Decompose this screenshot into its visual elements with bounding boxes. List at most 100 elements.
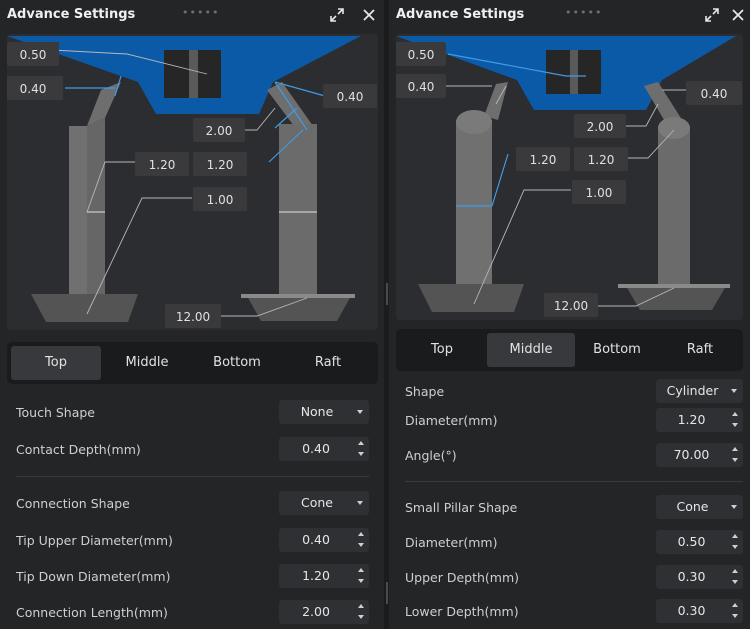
tab-bar: Top Middle Bottom Raft	[7, 342, 378, 384]
expand-icon[interactable]	[703, 6, 721, 24]
annotation-base-diameter: 12.00	[554, 299, 588, 313]
touch-shape-label: Touch Shape	[16, 405, 95, 420]
decrement-icon[interactable]	[727, 542, 743, 554]
increment-icon[interactable]	[353, 564, 369, 576]
right-base	[626, 286, 726, 310]
right-pillar	[658, 126, 690, 284]
tip-down-diameter-stepper[interactable]: 1.20	[279, 564, 369, 588]
lower-depth-label: Lower Depth(mm)	[405, 604, 519, 619]
connection-length-value[interactable]: 2.00	[279, 600, 353, 624]
small-pillar-shape-select[interactable]: Cone	[656, 495, 743, 519]
increment-icon[interactable]	[353, 437, 369, 449]
shape-value: Cylinder	[666, 383, 719, 398]
scrollbar-thumb[interactable]	[386, 582, 388, 604]
chevron-down-icon	[731, 389, 737, 393]
increment-icon[interactable]	[727, 408, 743, 420]
tab-middle[interactable]: Middle	[103, 346, 191, 380]
decrement-icon[interactable]	[353, 540, 369, 552]
tip-upper-diameter-label: Tip Upper Diameter(mm)	[16, 533, 173, 548]
contact-depth-stepper[interactable]: 0.40	[279, 437, 369, 461]
support-preview-diagram: 0.50 0.40 0.40 2.00 1.20 1.20 1.00 12.00	[7, 34, 378, 330]
annotation-top-diameter: 0.50	[408, 48, 435, 62]
small-diameter-value[interactable]: 0.50	[656, 530, 727, 554]
touch-shape-value: None	[300, 404, 334, 419]
decrement-icon[interactable]	[727, 611, 743, 623]
left-pillar	[456, 120, 492, 284]
increment-icon[interactable]	[353, 600, 369, 612]
annotation-pillar-diameter-left: 1.20	[149, 158, 176, 172]
tab-raft[interactable]: Raft	[660, 333, 740, 367]
tab-bottom[interactable]: Bottom	[193, 346, 281, 380]
diameter-value[interactable]: 1.20	[656, 408, 727, 432]
annotation-base-diameter: 12.00	[176, 310, 210, 324]
left-base	[31, 294, 138, 322]
title-bar[interactable]: Advance Settings •••••	[0, 0, 384, 32]
annotation-contact-depth-right: 0.40	[701, 87, 728, 101]
expand-icon[interactable]	[328, 6, 346, 24]
touch-shape-select[interactable]: None	[279, 400, 369, 424]
tab-middle[interactable]: Middle	[487, 333, 575, 367]
left-base	[418, 284, 524, 312]
annotation-pillar-small: 1.00	[586, 186, 613, 200]
annotation-top-diameter: 0.50	[20, 48, 47, 62]
support-preview-diagram: 0.50 0.40 0.40 2.00 1.20 1.20 1.00 12.00	[396, 34, 743, 320]
chevron-down-icon	[357, 410, 363, 414]
section-divider	[405, 481, 743, 482]
tip-upper-diameter-value[interactable]: 0.40	[279, 528, 353, 552]
decrement-icon[interactable]	[727, 455, 743, 467]
title-bar[interactable]: Advance Settings •••••	[389, 0, 750, 32]
tip-down-diameter-value[interactable]: 1.20	[279, 564, 353, 588]
section-divider	[16, 476, 369, 477]
tab-raft[interactable]: Raft	[283, 346, 373, 380]
annotation-connection-length: 2.00	[206, 124, 233, 138]
tip-upper-diameter-stepper[interactable]: 0.40	[279, 528, 369, 552]
tab-top[interactable]: Top	[11, 346, 101, 380]
angle-label: Angle(°)	[405, 448, 457, 463]
upper-depth-label: Upper Depth(mm)	[405, 570, 520, 585]
angle-value[interactable]: 70.00	[656, 443, 727, 467]
drag-grip[interactable]: •••••	[182, 6, 219, 19]
small-diameter-stepper[interactable]: 0.50	[656, 530, 743, 554]
small-pillar-shape-value: Cone	[676, 499, 709, 514]
small-diameter-label: Diameter(mm)	[405, 535, 498, 550]
connection-length-stepper[interactable]: 2.00	[279, 600, 369, 624]
lower-depth-stepper[interactable]: 0.30	[656, 599, 743, 623]
scrollbar-thumb[interactable]	[386, 283, 388, 305]
tip-down-diameter-label: Tip Down Diameter(mm)	[16, 569, 171, 584]
annotation-contact-depth-right: 0.40	[337, 90, 364, 104]
annotation-connection-length: 2.00	[587, 120, 614, 134]
increment-icon[interactable]	[727, 530, 743, 542]
angle-stepper[interactable]: 70.00	[656, 443, 743, 467]
tab-bottom[interactable]: Bottom	[576, 333, 658, 367]
increment-icon[interactable]	[727, 565, 743, 577]
panel-title: Advance Settings	[7, 7, 136, 22]
upper-depth-stepper[interactable]: 0.30	[656, 565, 743, 589]
small-pillar-shape-label: Small Pillar Shape	[405, 500, 518, 515]
decrement-icon[interactable]	[727, 420, 743, 432]
annotation-contact-depth-left: 0.40	[20, 82, 47, 96]
advance-settings-panel-top: Advance Settings ••••• 0.50 0.40 0.40 2.…	[0, 0, 384, 629]
right-tip	[267, 82, 313, 130]
drag-grip[interactable]: •••••	[565, 6, 602, 19]
connection-shape-select[interactable]: Cone	[279, 491, 369, 515]
annotation-pillar-diameter-right: 1.20	[588, 153, 615, 167]
diameter-stepper[interactable]: 1.20	[656, 408, 743, 432]
upper-depth-value[interactable]: 0.30	[656, 565, 727, 589]
close-icon[interactable]	[360, 6, 378, 24]
panel-title: Advance Settings	[396, 7, 525, 22]
close-icon[interactable]	[729, 6, 747, 24]
decrement-icon[interactable]	[353, 449, 369, 461]
increment-icon[interactable]	[727, 443, 743, 455]
decrement-icon[interactable]	[353, 612, 369, 624]
right-base	[247, 296, 351, 321]
lower-depth-value[interactable]: 0.30	[656, 599, 727, 623]
shape-select[interactable]: Cylinder	[656, 379, 743, 403]
tab-top[interactable]: Top	[400, 333, 484, 367]
decrement-icon[interactable]	[353, 576, 369, 588]
increment-icon[interactable]	[727, 599, 743, 611]
decrement-icon[interactable]	[727, 577, 743, 589]
contact-depth-value[interactable]: 0.40	[279, 437, 353, 461]
right-pillar	[279, 124, 317, 296]
increment-icon[interactable]	[353, 528, 369, 540]
chevron-down-icon	[731, 505, 737, 509]
